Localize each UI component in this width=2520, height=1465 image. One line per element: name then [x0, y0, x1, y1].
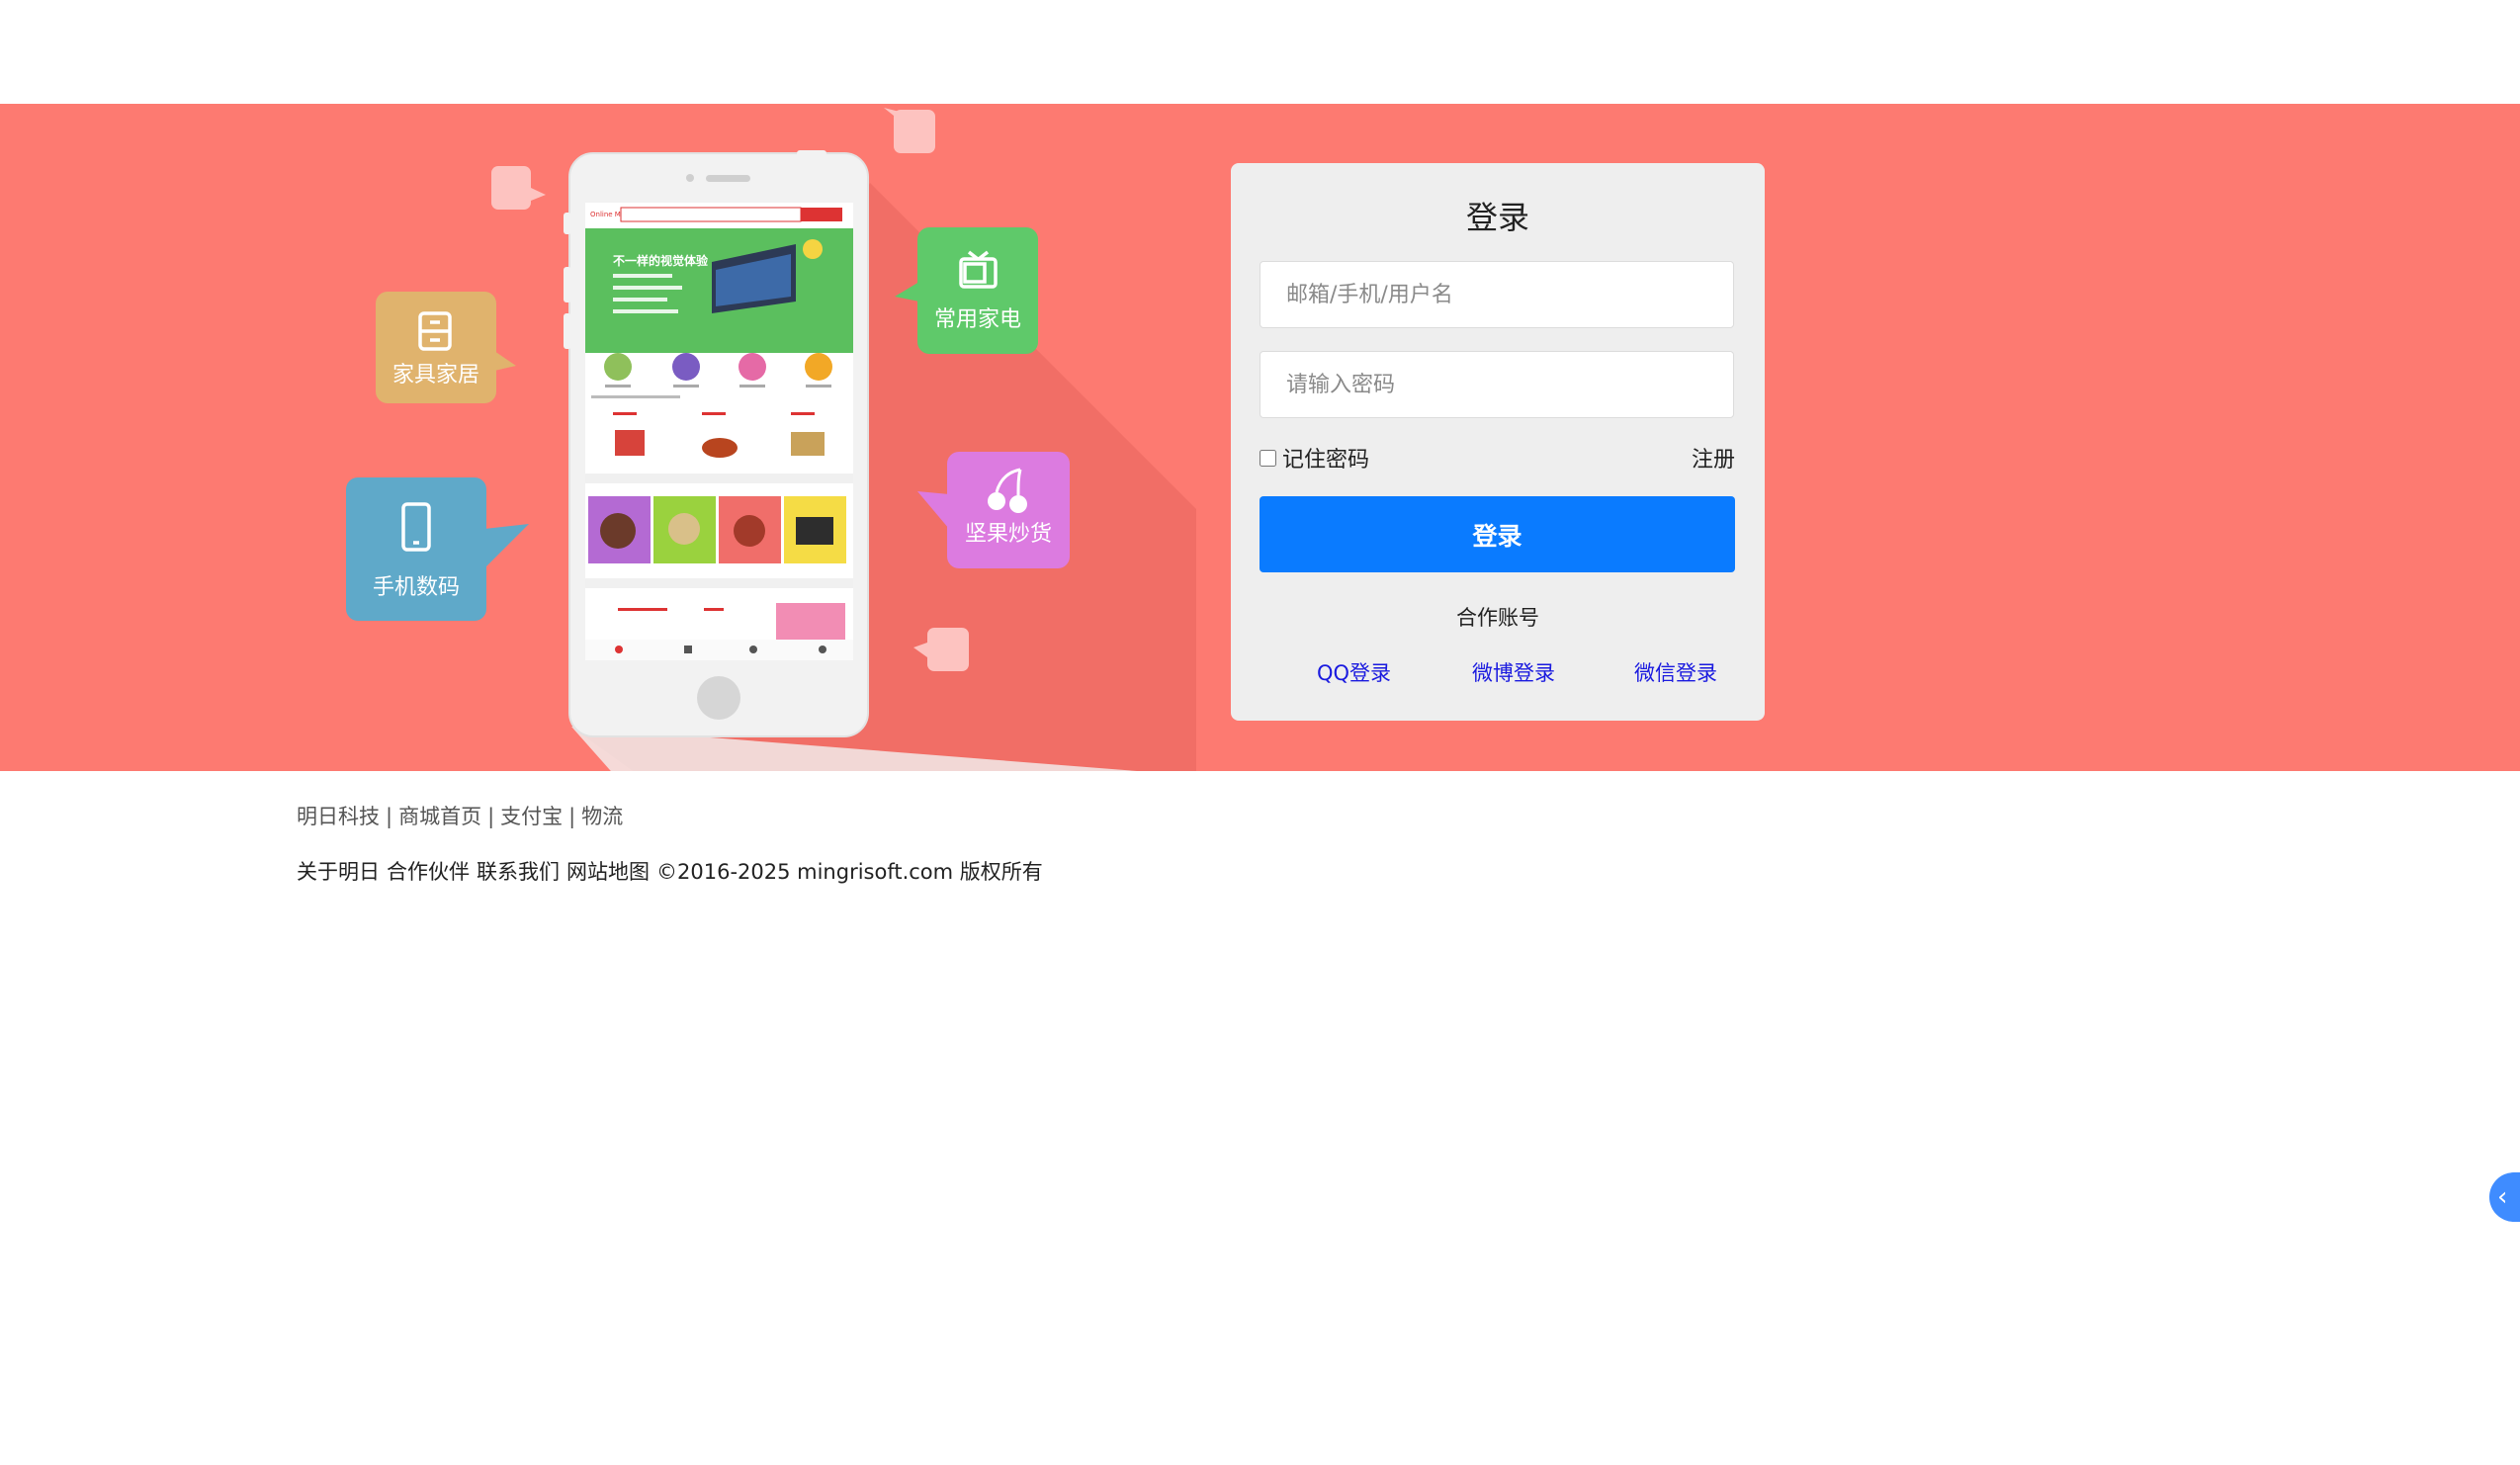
decor-square	[491, 166, 531, 210]
partner-accounts-title: 合作账号	[1456, 606, 1539, 630]
side-collapse-tab[interactable]: ‹	[2489, 1172, 2520, 1222]
weibo-login-link[interactable]: 微博登录	[1472, 657, 1555, 687]
footer-partners[interactable]: 合作伙伴	[387, 860, 470, 884]
category-label-furniture: 家具家居	[392, 363, 479, 388]
remember-checkbox[interactable]	[1260, 449, 1276, 467]
phone-banner-text: 不一样的视觉体验	[613, 253, 709, 268]
footer-link-mall-home[interactable]: 商城首页	[398, 805, 481, 828]
password-input[interactable]	[1260, 351, 1734, 418]
login-title: 登录	[1465, 199, 1529, 236]
footer-sitemap[interactable]: 网站地图	[566, 860, 650, 884]
footer-copyright: ©2016-2025 mingrisoft.com 版权所有	[656, 860, 1043, 884]
footer-link-logistics[interactable]: 物流	[581, 805, 623, 828]
category-bubble-digital: 手机数码	[346, 477, 529, 621]
login-button[interactable]: 登录	[1260, 496, 1735, 572]
footer-about[interactable]: 关于明日	[297, 860, 380, 884]
category-label-appliance: 常用家电	[934, 307, 1021, 332]
register-link[interactable]: 注册	[1692, 442, 1735, 474]
footer-links: 明日科技 | 商城首页 | 支付宝 | 物流	[297, 805, 624, 828]
category-bubble-furniture: 家具家居	[376, 292, 516, 403]
category-label-digital: 手机数码	[373, 575, 460, 600]
footer-link-mingri[interactable]: 明日科技	[297, 805, 380, 828]
wechat-login-link[interactable]: 微信登录	[1634, 657, 1717, 687]
hero-banner: 家具家居 手机数码 常用家电 坚果炒货 Online Mall 不一样的视觉体验…	[0, 104, 2520, 771]
remember-password[interactable]: 记住密码	[1260, 442, 1369, 474]
footer-bottom: 关于明日 合作伙伴 联系我们 网站地图 ©2016-2025 mingrisoft.co…	[297, 856, 1050, 886]
category-label-snacks: 坚果炒货	[965, 522, 1052, 547]
qq-login-link[interactable]: QQ登录	[1317, 657, 1391, 687]
phone-mockup: Online Mall 不一样的视觉体验	[564, 150, 869, 737]
username-input[interactable]	[1260, 261, 1734, 328]
login-card: 登录 记住密码 注册 登录 合作账号 QQ登录 微博登录 微信登录	[1231, 163, 1765, 721]
footer-link-alipay[interactable]: 支付宝	[500, 805, 563, 828]
remember-label: 记住密码	[1282, 448, 1370, 473]
chevron-left-icon: ‹	[2497, 1182, 2508, 1212]
footer-contact[interactable]: 联系我们	[477, 860, 560, 884]
